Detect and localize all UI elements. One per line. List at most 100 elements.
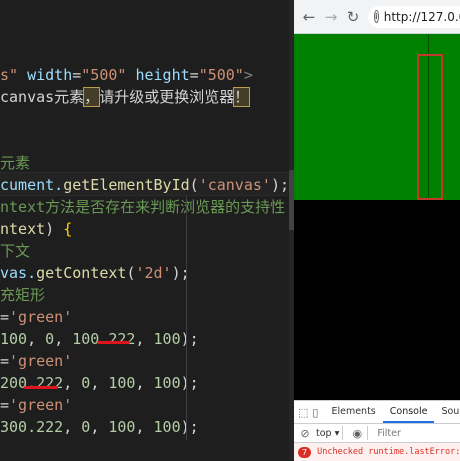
code-token: ntext方法是否存在来判断浏览器的支持性 [0, 198, 286, 216]
clear-console-icon[interactable]: ⊘ [298, 426, 312, 440]
code-line: 300.222, 0, 100, 100); [0, 416, 199, 438]
code-line: ntext方法是否存在来判断浏览器的支持性 [0, 196, 285, 218]
code-line: ='green' [0, 350, 72, 372]
code-token: 'green' [9, 308, 73, 326]
code-token: , [135, 418, 154, 436]
code-token: 100.222 [72, 330, 136, 348]
context-selector[interactable]: top ▾ [316, 428, 339, 439]
code-token: ); [180, 330, 199, 348]
code-line: cument.getElementById('canvas'); [0, 174, 289, 196]
tab-elements[interactable]: Elements [324, 401, 382, 423]
code-line: s" width="500" height="500"> [0, 64, 253, 86]
code-token: 0 [45, 330, 55, 348]
code-token: "500" [198, 66, 244, 84]
code-token: = [72, 66, 82, 84]
code-token: 'green' [9, 352, 73, 370]
code-token: , [90, 418, 109, 436]
code-token: s" [0, 66, 19, 84]
code-token: 元素 [0, 154, 31, 172]
address-bar[interactable]: i http://127.0.0.1: [368, 5, 460, 28]
error-count-badge: 7 [298, 446, 312, 458]
code-token: > [243, 66, 253, 84]
code-token: 'green' [9, 396, 73, 414]
canvas [294, 34, 460, 200]
tab-console[interactable]: Console [382, 401, 435, 423]
code-token: 充矩形 [0, 286, 46, 304]
devtools-panel: ⬚ ▯ Elements Console Sourc ⊘ top ▾ ◉ Fil… [294, 400, 460, 461]
code-token: = [0, 396, 10, 414]
code-token: = [189, 66, 199, 84]
code-line: 元素 [0, 152, 30, 174]
browser-window: ← → ↻ i http://127.0.0.1: ⬚ ▯ Elements C… [294, 0, 460, 461]
annotation-underline-1 [97, 341, 130, 344]
code-token: = [0, 352, 10, 370]
code-token: 100 [153, 418, 181, 436]
code-token: ); [180, 374, 199, 392]
code-token: , [54, 330, 73, 348]
code-line: 充矩形 [0, 284, 45, 306]
code-editor[interactable]: s" width="500" height="500"> canvas元素，请升级… [0, 0, 294, 460]
browser-toolbar: ← → ↻ i http://127.0.0.1: [294, 0, 460, 34]
device-toggle-icon[interactable]: ▯ [312, 405, 318, 419]
code-token: "500" [81, 66, 127, 84]
code-token: ) [45, 220, 64, 238]
code-token: , [135, 330, 154, 348]
code-token: 100 [0, 330, 28, 348]
code-token: ntext [0, 220, 46, 238]
devtools-tabbar: ⬚ ▯ Elements Console Sourc [294, 401, 460, 424]
code-token: 100 [108, 374, 136, 392]
console-toolbar: ⊘ top ▾ ◉ Filter [294, 424, 460, 443]
code-token: ); [270, 176, 289, 194]
error-message: Unchecked runtime.lastError: T [317, 447, 460, 457]
code-token: getContext [36, 264, 127, 282]
forward-icon[interactable]: → [320, 6, 342, 28]
reload-icon[interactable]: ↻ [342, 6, 364, 28]
code-token: , [63, 374, 82, 392]
code-token: 100 [153, 330, 181, 348]
info-icon[interactable]: i [374, 10, 379, 23]
code-token: ， [83, 87, 101, 107]
page-viewport [294, 34, 460, 400]
code-token: 'canvas' [198, 176, 271, 194]
code-token: canvas元素 [0, 88, 85, 106]
code-token: 100 [108, 418, 136, 436]
code-token: '2d' [135, 264, 172, 282]
code-token: vas. [0, 264, 37, 282]
tab-sources[interactable]: Sourc [434, 401, 460, 423]
indent-guide [186, 196, 187, 440]
code-token: 300.222 [0, 418, 64, 436]
code-token: 0 [81, 374, 91, 392]
annotation-underline-2 [24, 386, 58, 389]
annotation-red-box [417, 54, 443, 200]
code-token: height [135, 66, 190, 84]
console-error-row[interactable]: 7 Unchecked runtime.lastError: T [294, 443, 460, 461]
divider [367, 426, 369, 440]
filter-input[interactable]: Filter [377, 428, 401, 439]
code-token: 下文 [0, 242, 31, 260]
code-token: , [90, 374, 109, 392]
back-icon[interactable]: ← [298, 6, 320, 28]
code-line: 200.222, 0, 100, 100); [0, 372, 199, 394]
code-token: ); [180, 418, 199, 436]
code-token: cument. [0, 176, 64, 194]
code-token: width [27, 66, 73, 84]
code-line: 100, 0, 100.222, 100); [0, 328, 199, 350]
inspect-icon[interactable]: ⬚ [298, 405, 308, 419]
code-line: canvas元素，请升级或更换浏览器！ [0, 86, 251, 108]
code-token: getElementById [63, 176, 190, 194]
divider [342, 426, 344, 440]
code-token: 200.222 [0, 374, 64, 392]
code-token: , [27, 330, 46, 348]
code-line: ntext) { [0, 218, 72, 240]
code-token: ( [189, 176, 199, 194]
eye-icon[interactable]: ◉ [350, 426, 364, 440]
code-token: = [0, 308, 10, 326]
code-token: 100 [153, 374, 181, 392]
code-line: vas.getContext('2d'); [0, 262, 190, 284]
code-token: ！ [233, 87, 251, 107]
code-token: , [63, 418, 82, 436]
code-line: ='green' [0, 306, 72, 328]
code-line: ='green' [0, 394, 72, 416]
code-line: 下文 [0, 240, 30, 262]
